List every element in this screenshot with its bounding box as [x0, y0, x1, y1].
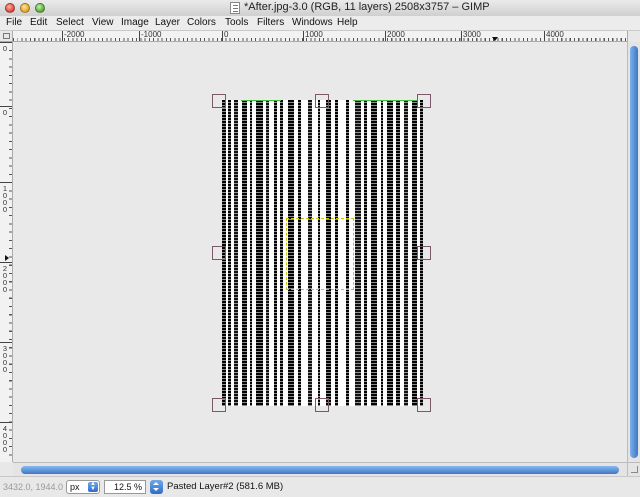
vruler-major-tick — [0, 262, 12, 263]
vruler-label: 4000 — [2, 424, 8, 454]
layer-boundary-edge — [353, 100, 418, 101]
menu-file[interactable]: File — [6, 16, 22, 29]
selection-marquee[interactable] — [286, 218, 354, 290]
hruler-label: -2000 — [64, 31, 85, 39]
hruler-major-tick — [385, 31, 386, 41]
zoom-window-button[interactable] — [35, 3, 45, 13]
vruler-label: 0 — [2, 108, 8, 117]
menu-layer[interactable]: Layer — [155, 16, 180, 29]
chevron-updown-icon: ▲ ▼ — [88, 481, 98, 492]
vruler-major-tick — [0, 342, 12, 343]
vertical-scrollbar[interactable] — [627, 42, 640, 462]
menu-tools[interactable]: Tools — [225, 16, 248, 29]
pointer-position-marker-vertical — [5, 255, 9, 261]
navigate-button[interactable] — [627, 31, 640, 42]
menu-image[interactable]: Image — [121, 16, 149, 29]
vruler-major-tick — [0, 42, 12, 43]
vruler-major-tick — [0, 182, 12, 183]
transform-handle-bottom-left[interactable] — [212, 398, 226, 412]
hruler-label: 3000 — [463, 31, 481, 39]
minimize-window-button[interactable] — [20, 3, 30, 13]
transform-handle-top-left[interactable] — [212, 94, 226, 108]
transform-handle-bottom[interactable] — [315, 398, 329, 412]
window-title: *After.jpg-3.0 (RGB, 11 layers) 2508x375… — [244, 1, 490, 13]
hruler-label: 4000 — [546, 31, 564, 39]
status-bar: 3432.0, 1944.0 px ▲ ▼ 12.5 % Pasted Layer… — [0, 476, 640, 497]
document-icon — [230, 2, 240, 14]
hruler-major-tick — [139, 31, 140, 41]
zoom-to-fit-button[interactable] — [627, 462, 640, 476]
close-window-button[interactable] — [5, 3, 15, 13]
vruler-label: 0 — [2, 44, 8, 53]
menu-help[interactable]: Help — [337, 16, 358, 29]
hruler-label: -1000 — [141, 31, 162, 39]
hruler-label: 2000 — [387, 31, 405, 39]
transform-handle-bottom-right[interactable] — [417, 398, 431, 412]
layer-boundary-edge — [241, 100, 281, 101]
vertical-scroll-thumb[interactable] — [630, 46, 638, 458]
vruler-label: 2000 — [2, 264, 8, 294]
horizontal-ruler[interactable]: -2000 -1000 0 1000 2000 3000 4000 — [13, 31, 627, 42]
menu-filters[interactable]: Filters — [257, 16, 284, 29]
menu-edit[interactable]: Edit — [30, 16, 47, 29]
horizontal-scroll-thumb[interactable] — [21, 466, 619, 474]
hruler-label: 0 — [224, 31, 229, 39]
unit-value: px — [70, 482, 80, 492]
menu-bar: File Edit Select View Image Layer Colors… — [0, 16, 640, 31]
zoom-input[interactable]: 12.5 % — [104, 480, 146, 494]
image-canvas[interactable] — [13, 42, 627, 462]
unit-select[interactable]: px ▲ ▼ — [66, 480, 100, 494]
hruler-major-tick — [62, 31, 63, 41]
hruler-major-tick — [461, 31, 462, 41]
horizontal-scrollbar[interactable] — [13, 462, 627, 476]
menu-view[interactable]: View — [92, 16, 114, 29]
transform-handle-top[interactable] — [315, 94, 329, 108]
vruler-label: 1000 — [2, 184, 8, 214]
vertical-ruler[interactable]: 0 0 1000 2000 3000 4000 — [0, 42, 13, 462]
transform-handle-left[interactable] — [212, 246, 226, 260]
hruler-major-tick — [222, 31, 223, 41]
zoom-dropdown-button[interactable] — [150, 480, 163, 494]
quick-mask-toggle[interactable] — [0, 31, 13, 42]
menu-select[interactable]: Select — [56, 16, 84, 29]
transform-handle-right[interactable] — [417, 246, 431, 260]
hruler-major-tick — [544, 31, 545, 41]
transform-handle-top-right[interactable] — [417, 94, 431, 108]
vruler-major-tick — [0, 106, 12, 107]
menu-colors[interactable]: Colors — [187, 16, 216, 29]
pointer-position-marker-horizontal — [492, 37, 498, 41]
pointer-coordinates: 3432.0, 1944.0 — [3, 482, 64, 492]
vruler-major-tick — [0, 422, 12, 423]
title-bar: *After.jpg-3.0 (RGB, 11 layers) 2508x375… — [0, 0, 640, 17]
vertical-ruler-ticks — [9, 42, 12, 462]
hruler-label: 1000 — [305, 31, 323, 39]
hruler-major-tick — [303, 31, 304, 41]
vruler-label: 3000 — [2, 344, 8, 374]
status-message: Pasted Layer#2 (581.6 MB) — [167, 481, 284, 492]
menu-windows[interactable]: Windows — [292, 16, 333, 29]
